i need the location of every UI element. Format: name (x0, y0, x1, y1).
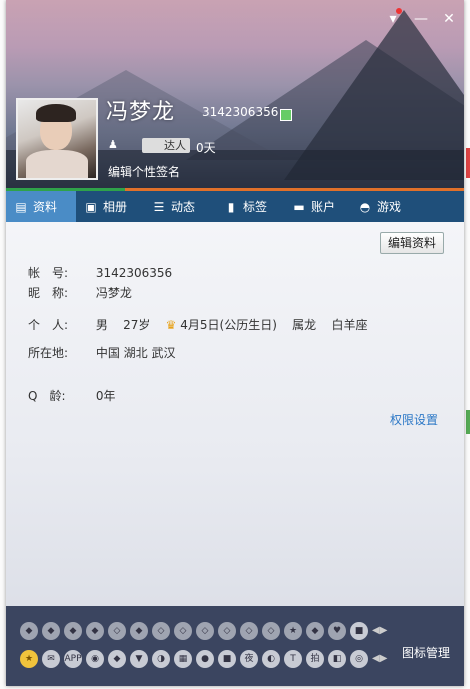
photo-icon[interactable]: 拍 (306, 650, 324, 668)
penguin-icon: ♟ (108, 138, 118, 151)
scroll-arrows-icon[interactable]: ◀▶ (372, 650, 387, 668)
permission-settings-link[interactable]: 权限设置 (390, 411, 438, 428)
qage-label: Q 龄: (28, 389, 66, 403)
service-icon[interactable]: ◆ (306, 622, 324, 640)
gender-value: 男 (95, 318, 108, 332)
tab-bar: ▤ 资料 ▣ 相册 ☰ 动态 ▮ 标签 ▬ 账户 ◓ 游戏 (6, 191, 464, 222)
heart-icon[interactable]: ♥ (328, 622, 346, 640)
camera-icon[interactable]: ◉ (86, 650, 104, 668)
vip-badge[interactable]: 达人 (142, 138, 190, 153)
service-icon[interactable]: ■ (350, 622, 368, 640)
diamond-icon[interactable]: ◇ (108, 622, 126, 640)
active-days: 0天 (196, 141, 216, 155)
qage-value: 0年 (95, 389, 116, 403)
diamond-icon[interactable]: ◇ (174, 622, 192, 640)
signature-edit-link[interactable]: 编辑个性签名 (108, 163, 180, 180)
account-row: 帐 号: 3142306356 (28, 264, 172, 281)
qage-row: Q 龄: 0年 (28, 387, 115, 404)
profile-window: ▾ — ✕ 冯梦龙 3142306356 ♟ 达人 0天 编辑个性签名 ▤ 资料… (6, 0, 464, 686)
tab-album[interactable]: ▣ 相册 (76, 191, 144, 222)
service-icon-row: ◆ ◆ ◆ ◆ ◇ ◆ ◇ ◇ ◇ ◇ ◇ ◇ ★ ◆ ♥ ■ ◀▶ (20, 622, 387, 640)
diamond-icon[interactable]: ◇ (152, 622, 170, 640)
tab-tags[interactable]: ▮ 标签 (216, 191, 284, 222)
zodiac-value: 属龙 (292, 318, 317, 332)
mail-icon[interactable]: ✉ (42, 650, 60, 668)
location-value: 中国 湖北 武汉 (95, 346, 176, 360)
diamond-icon[interactable]: ◇ (262, 622, 280, 640)
service-icon[interactable]: ◎ (350, 650, 368, 668)
qq-number-icon[interactable] (280, 109, 292, 121)
nickname-row: 昵 称: 冯梦龙 (28, 284, 132, 301)
game-icon: ◓ (359, 199, 371, 214)
edit-profile-button[interactable]: 编辑资料 (380, 232, 444, 254)
service-icon[interactable]: T (284, 650, 302, 668)
service-icon-bar: ◆ ◆ ◆ ◆ ◇ ◆ ◇ ◇ ◇ ◇ ◇ ◇ ★ ◆ ♥ ■ ◀▶ ★ ✉ A… (6, 606, 464, 686)
personal-label: 个 人: (28, 318, 69, 332)
service-icon-row: ★ ✉ APP ◉ ◆ ▼ ◑ ▦ ● ■ 夜 ◐ T 拍 ◧ ◎ ◀▶ (20, 650, 387, 668)
tab-label: 游戏 (377, 200, 402, 214)
age-value: 27岁 (123, 318, 151, 332)
tab-label: 动态 (171, 200, 196, 214)
crown-icon: ♛ (165, 318, 177, 332)
icon-manage-link[interactable]: 图标管理 (402, 644, 450, 661)
service-icon[interactable]: ◐ (262, 650, 280, 668)
bookmark-icon: ▮ (227, 199, 235, 214)
personal-row: 个 人: 男 27岁 ♛ 4月5日(公历生日) 属龙 白羊座 (28, 316, 367, 333)
service-icon[interactable]: ▦ (174, 650, 192, 668)
tab-label: 标签 (243, 200, 268, 214)
night-icon[interactable]: 夜 (240, 650, 258, 668)
tab-label: 资料 (33, 200, 58, 214)
star-icon[interactable]: ★ (284, 622, 302, 640)
nickname-value: 冯梦龙 (95, 286, 132, 300)
background-red-strip (466, 148, 470, 178)
account-value: 3142306356 (95, 266, 173, 280)
diamond-icon[interactable]: ◇ (218, 622, 236, 640)
service-icon[interactable]: ◆ (130, 622, 148, 640)
location-row: 所在地: 中国 湖北 武汉 (28, 344, 175, 361)
briefcase-icon: ▬ (293, 199, 305, 214)
shield-icon[interactable]: ▼ (130, 650, 148, 668)
service-icon[interactable]: ■ (218, 650, 236, 668)
diamond-icon[interactable]: ◇ (196, 622, 214, 640)
nickname-label: 昵 称: (28, 286, 69, 300)
tab-account[interactable]: ▬ 账户 (284, 191, 350, 222)
profile-banner: ▾ — ✕ 冯梦龙 3142306356 ♟ 达人 0天 编辑个性签名 (6, 0, 464, 190)
service-icon[interactable]: ◆ (64, 622, 82, 640)
star-icon[interactable]: ★ (20, 650, 38, 668)
service-icon[interactable]: ◑ (152, 650, 170, 668)
tab-profile[interactable]: ▤ 资料 (6, 191, 76, 222)
tab-games[interactable]: ◓ 游戏 (350, 191, 418, 222)
feed-icon: ☰ (153, 199, 165, 214)
id-card-icon: ▤ (15, 199, 27, 214)
minimize-icon[interactable]: — (412, 10, 430, 28)
avatar-body (26, 150, 88, 178)
service-icon[interactable]: ◆ (42, 622, 60, 640)
profile-qq-number: 3142306356 (202, 105, 279, 119)
constellation-value: 白羊座 (331, 318, 368, 332)
birthday-value: 4月5日(公历生日) (180, 318, 277, 332)
service-icon[interactable]: ◆ (86, 622, 104, 640)
background-green-strip (466, 410, 470, 434)
tab-label: 账户 (311, 200, 336, 214)
service-icon[interactable]: ● (196, 650, 214, 668)
tab-label: 相册 (103, 200, 128, 214)
profile-details-panel: 编辑资料 帐 号: 3142306356 昵 称: 冯梦龙 个 人: 男 27岁… (6, 222, 464, 606)
scroll-arrows-icon[interactable]: ◀▶ (372, 622, 387, 640)
account-label: 帐 号: (28, 266, 69, 280)
diamond-icon[interactable]: ◇ (240, 622, 258, 640)
service-icon[interactable]: ◆ (20, 622, 38, 640)
service-icon[interactable]: ◧ (328, 650, 346, 668)
tab-feed[interactable]: ☰ 动态 (144, 191, 216, 222)
service-icon[interactable]: ◆ (108, 650, 126, 668)
notification-dot (396, 8, 402, 14)
app-icon[interactable]: APP (64, 650, 82, 668)
profile-nickname: 冯梦龙 (106, 100, 176, 125)
avatar[interactable] (16, 98, 98, 180)
avatar-hair (36, 104, 76, 122)
close-icon[interactable]: ✕ (440, 10, 458, 28)
location-label: 所在地: (28, 346, 69, 360)
photo-album-icon: ▣ (85, 199, 97, 214)
